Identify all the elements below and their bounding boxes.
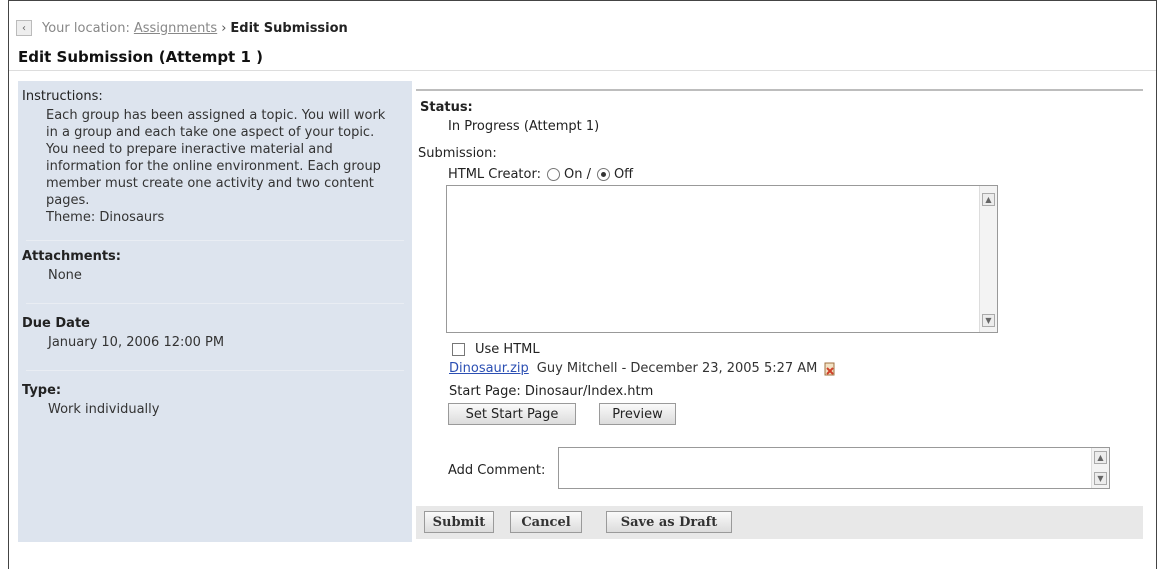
back-arrow-icon[interactable]: ‹ bbox=[16, 20, 32, 36]
instructions-text: Each group has been assigned a topic. Yo… bbox=[18, 107, 412, 226]
scroll-up-icon[interactable]: ▲ bbox=[1094, 451, 1107, 464]
instructions-body: Each group has been assigned a topic. Yo… bbox=[46, 108, 386, 208]
submission-textarea[interactable]: ▲ ▼ bbox=[446, 185, 998, 333]
sidebar-divider bbox=[26, 303, 404, 304]
comment-scrollbar[interactable]: ▲ ▼ bbox=[1091, 448, 1109, 488]
attached-file-link[interactable]: Dinosaur.zip bbox=[449, 361, 529, 376]
main-divider bbox=[416, 89, 1143, 91]
remove-file-icon[interactable] bbox=[823, 362, 837, 376]
sidebar-info-panel: Instructions: Each group has been assign… bbox=[18, 81, 412, 542]
sidebar-divider bbox=[26, 240, 404, 241]
html-creator-on-radio[interactable] bbox=[546, 168, 560, 181]
html-creator-label: HTML Creator: bbox=[448, 167, 541, 182]
breadcrumb-separator: › bbox=[221, 20, 227, 36]
use-html-checkbox[interactable] bbox=[452, 343, 465, 356]
sidebar-divider bbox=[26, 370, 404, 371]
html-creator-on-label: On / bbox=[563, 167, 591, 182]
instructions-section: Instructions: Each group has been assign… bbox=[18, 89, 412, 226]
add-comment-input[interactable]: ▲ ▼ bbox=[558, 447, 1110, 489]
type-label: Type: bbox=[22, 383, 62, 398]
radio-selected-dot bbox=[600, 172, 606, 177]
page-title: Edit Submission (Attempt 1 ) bbox=[18, 48, 263, 66]
attached-file-row: Dinosaur.zip Guy Mitchell - December 23,… bbox=[449, 361, 837, 376]
status-value: In Progress (Attempt 1) bbox=[448, 119, 600, 134]
title-divider bbox=[9, 70, 1156, 71]
scroll-up-icon[interactable]: ▲ bbox=[982, 193, 995, 206]
scroll-down-icon[interactable]: ▼ bbox=[1094, 472, 1107, 485]
preview-button[interactable]: Preview bbox=[599, 403, 676, 425]
breadcrumb: ‹ Your location: Assignments › Edit Subm… bbox=[16, 18, 348, 38]
attachments-section: Attachments: None bbox=[18, 249, 412, 284]
use-html-label: Use HTML bbox=[475, 342, 540, 357]
add-comment-label: Add Comment: bbox=[448, 463, 546, 478]
breadcrumb-current: Edit Submission bbox=[230, 20, 348, 36]
submit-button[interactable]: Submit bbox=[424, 511, 494, 533]
type-value: Work individually bbox=[48, 402, 160, 417]
due-date-section: Due Date January 10, 2006 12:00 PM bbox=[18, 316, 412, 351]
attached-file-meta: Guy Mitchell - December 23, 2005 5:27 AM bbox=[536, 361, 818, 376]
use-html-option: Use HTML bbox=[452, 342, 540, 357]
status-label: Status: bbox=[420, 100, 473, 115]
instructions-label: Instructions: bbox=[22, 89, 103, 104]
set-start-page-button[interactable]: Set Start Page bbox=[448, 403, 576, 425]
attachments-value: None bbox=[48, 268, 82, 283]
type-section: Type: Work individually bbox=[18, 383, 412, 418]
scroll-down-icon[interactable]: ▼ bbox=[982, 314, 995, 327]
cancel-button[interactable]: Cancel bbox=[510, 511, 582, 533]
instructions-theme: Theme: Dinosaurs bbox=[46, 210, 165, 225]
html-creator-off-label: Off bbox=[613, 167, 634, 182]
html-creator-toggle: HTML Creator: On / Off bbox=[448, 167, 633, 182]
breadcrumb-prefix: Your location: bbox=[42, 20, 130, 36]
submission-label: Submission: bbox=[418, 146, 497, 161]
breadcrumb-link-assignments[interactable]: Assignments bbox=[134, 21, 217, 36]
textarea-scrollbar[interactable]: ▲ ▼ bbox=[979, 186, 997, 332]
due-date-value: January 10, 2006 12:00 PM bbox=[48, 335, 225, 350]
save-as-draft-button[interactable]: Save as Draft bbox=[606, 511, 732, 533]
html-creator-off-radio[interactable] bbox=[596, 168, 610, 181]
start-page-text: Start Page: Dinosaur/Index.htm bbox=[449, 384, 654, 399]
attachments-label: Attachments: bbox=[22, 249, 121, 264]
due-date-label: Due Date bbox=[22, 316, 90, 331]
action-bar: Submit Cancel Save as Draft bbox=[416, 506, 1143, 539]
